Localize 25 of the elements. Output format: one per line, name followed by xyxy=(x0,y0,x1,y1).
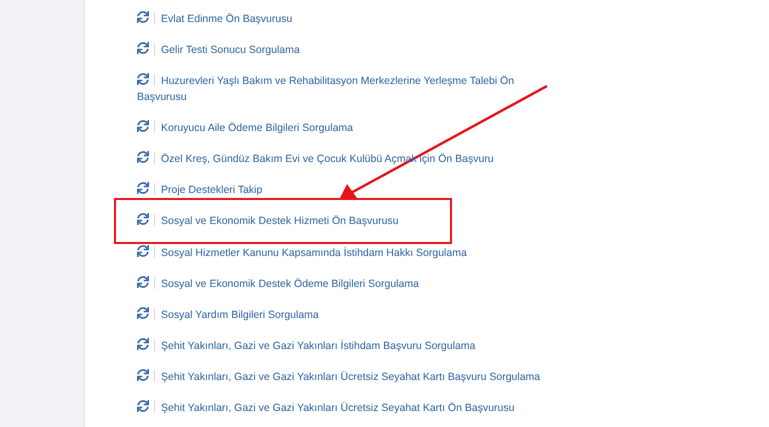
service-link[interactable]: Sosyal ve Ekonomik Destek Ödeme Bilgileri Sorgulama xyxy=(137,276,557,292)
refresh-icon xyxy=(137,42,149,54)
service-link[interactable]: Sosyal ve Ekonomik Destek Hizmeti Ön Başvurusu xyxy=(137,213,450,229)
service-link[interactable]: Şehit Yakınları, Gazi ve Gazi Yakınları Ücretsiz Seyahat Kartı Ön Başvurusu xyxy=(137,400,557,416)
refresh-icon xyxy=(137,368,149,380)
refresh-icon xyxy=(137,182,149,194)
refresh-icon xyxy=(137,72,149,84)
service-link[interactable]: Şehit Yakınları, Gazi ve Gazi Yakınları Ücretsiz Seyahat Kartı Başvuru Sorgulama xyxy=(137,368,557,384)
service-link[interactable]: Evlat Edinme Ön Başvurusu xyxy=(137,10,557,26)
refresh-icon xyxy=(137,120,149,132)
refresh-icon xyxy=(137,244,149,256)
refresh-icon xyxy=(137,306,149,318)
service-link[interactable]: Proje Destekleri Takip xyxy=(137,182,557,198)
refresh-icon xyxy=(137,213,149,225)
service-link[interactable]: Huzurevleri Yaşlı Bakım ve Rehabilitasyon Merkezlerine Yerleşme Talebi Ön Başvurusu xyxy=(137,72,557,104)
refresh-icon xyxy=(137,338,149,350)
service-link[interactable]: Koruyucu Aile Ödeme Bilgileri Sorgulama xyxy=(137,120,557,136)
service-link[interactable]: Gelir Testi Sonucu Sorgulama xyxy=(137,42,557,58)
refresh-icon xyxy=(137,10,149,22)
service-link[interactable]: Sosyal Hizmetler Kanunu Kapsamında İstihdam Hakkı Sorgulama xyxy=(137,244,557,260)
refresh-icon xyxy=(137,150,149,162)
service-link[interactable]: Sosyal Yardım Bilgileri Sorgulama xyxy=(137,306,557,322)
refresh-icon xyxy=(137,400,149,412)
refresh-icon xyxy=(137,276,149,288)
service-link[interactable]: Şehit Yakınları, Gazi ve Gazi Yakınları İstihdam Başvuru Sorgulama xyxy=(137,338,557,354)
